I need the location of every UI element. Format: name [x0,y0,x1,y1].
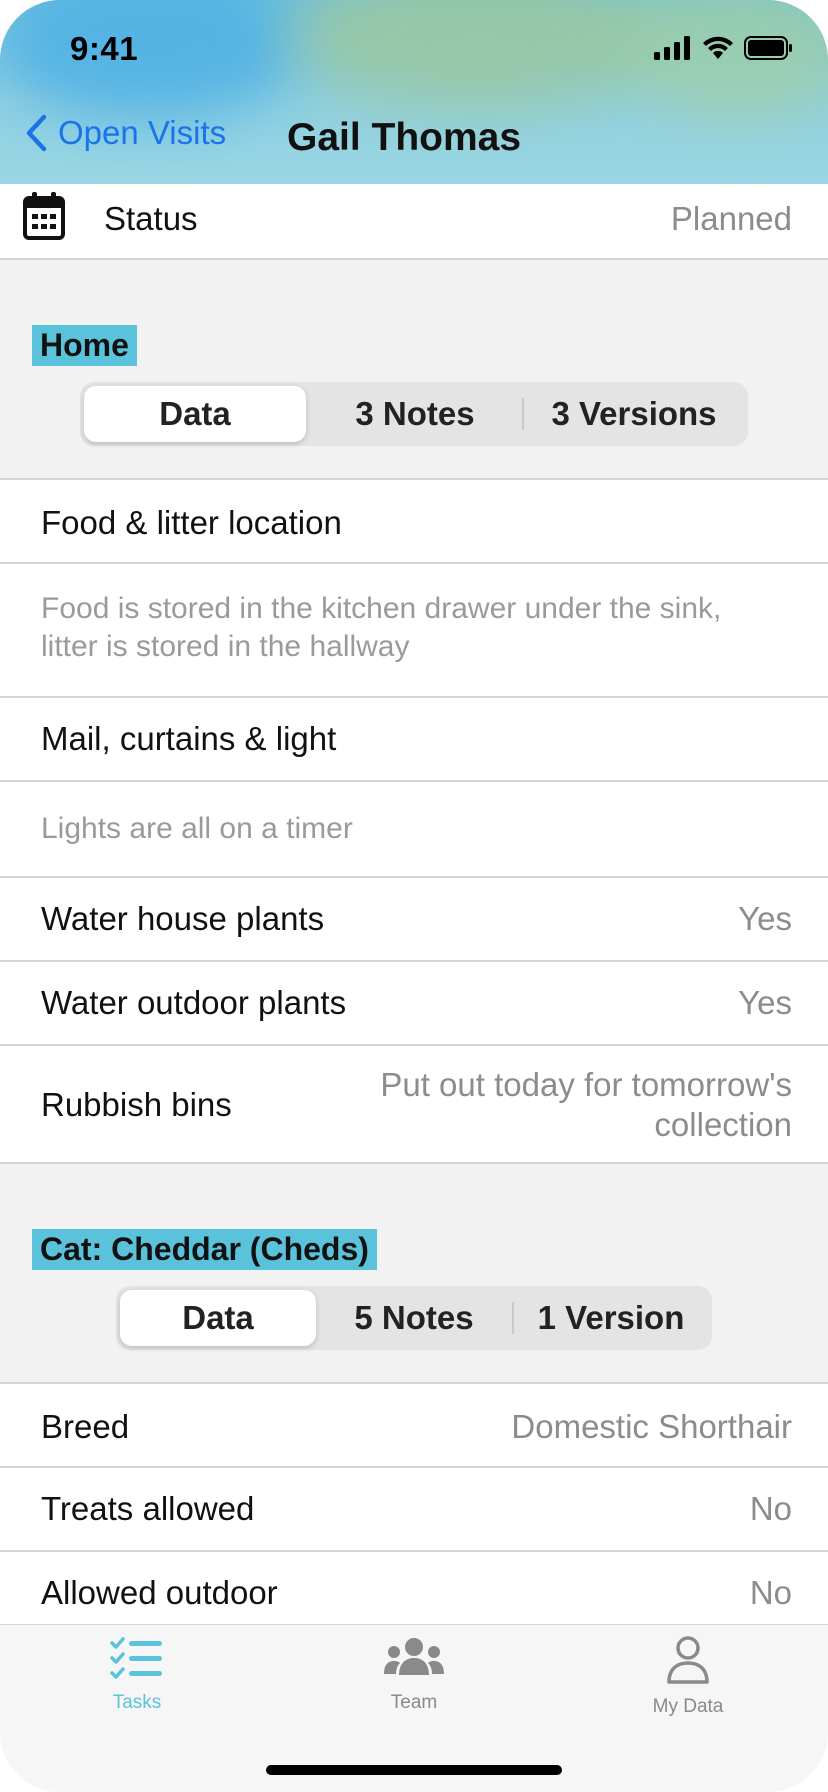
back-label: Open Visits [58,114,227,151]
row-mail-curtains[interactable]: Mail, curtains & light [0,698,828,782]
row-treats-allowed[interactable]: Treats allowed No [0,1468,828,1552]
segment-notes[interactable]: 5 Notes [316,1290,512,1346]
row-label: Breed [41,1408,130,1445]
row-breed[interactable]: Breed Domestic Shorthair [0,1382,828,1468]
status-time: 9:41 [70,30,139,67]
cellular-signal-icon [654,36,690,60]
row-value: Yes [738,984,792,1021]
battery-icon [744,36,792,60]
row-label: Water outdoor plants [41,984,347,1021]
segment-data[interactable]: Data [84,386,306,442]
person-icon [667,1636,709,1684]
wifi-icon [703,36,733,59]
tab-label: Team [390,1692,438,1713]
row-value-line1: Put out today for tomorrow's [380,1066,792,1103]
note-text: Lights are all on a timer [41,812,353,845]
row-label: Treats allowed [41,1490,255,1527]
segment-data[interactable]: Data [120,1290,316,1346]
tab-team[interactable]: Team [324,1635,504,1714]
home-indicator [266,1765,562,1775]
row-water-outdoor-plants[interactable]: Water outdoor plants Yes [0,962,828,1046]
tab-my-data[interactable]: My Data [598,1635,778,1718]
row-label: Mail, curtains & light [41,720,337,757]
row-value-line2: collection [654,1106,792,1143]
section-title-cat: Cat: Cheddar (Cheds) [32,1229,377,1270]
section-title-home: Home [32,325,137,366]
row-food-litter[interactable]: Food & litter location [0,478,828,564]
status-label: Status [104,200,198,237]
segment-versions[interactable]: 3 Versions [524,386,744,442]
header: 9:41 Open Visits Gail Thomas [0,0,828,184]
chevron-left-icon [26,114,47,152]
note-text: Food is stored in the kitchen drawer und… [41,592,722,663]
row-value: Yes [738,900,792,937]
row-water-house-plants[interactable]: Water house plants Yes [0,878,828,962]
team-icon [384,1638,444,1675]
phone-screen: 9:41 Open Visits Gail Thomas Status Plan… [0,0,828,1792]
segment-versions[interactable]: 1 Version [514,1290,708,1346]
row-value: No [749,1490,792,1527]
row-label: Allowed outdoor [41,1574,278,1611]
checklist-icon [110,1637,162,1679]
home-segmented-control: Data 3 Notes 3 Versions [80,382,748,446]
tab-label: My Data [652,1696,724,1717]
page-title: Gail Thomas [287,116,522,159]
calendar-icon [23,192,65,240]
row-value: No [749,1574,792,1611]
row-label: Food & litter location [41,504,342,541]
tab-tasks[interactable]: Tasks [47,1635,227,1714]
row-rubbish-bins[interactable]: Rubbish bins Put out today for tomorrow'… [0,1046,828,1164]
tab-label: Tasks [112,1692,162,1713]
note-lights: Lights are all on a timer [0,782,828,878]
note-food-litter: Food is stored in the kitchen drawer und… [0,564,828,698]
row-label: Water house plants [41,900,325,937]
status-row[interactable]: Status Planned [0,184,828,260]
status-icons [654,36,794,60]
cat-segmented-control: Data 5 Notes 1 Version [116,1286,712,1350]
navigation-bar: Open Visits Gail Thomas [0,110,828,170]
status-bar: 9:41 [0,0,828,100]
status-value: Planned [670,200,792,237]
row-value: Domestic Shorthair [511,1408,792,1445]
back-button[interactable]: Open Visits [24,114,226,152]
row-label: Rubbish bins [41,1086,232,1123]
segment-notes[interactable]: 3 Notes [306,386,524,442]
